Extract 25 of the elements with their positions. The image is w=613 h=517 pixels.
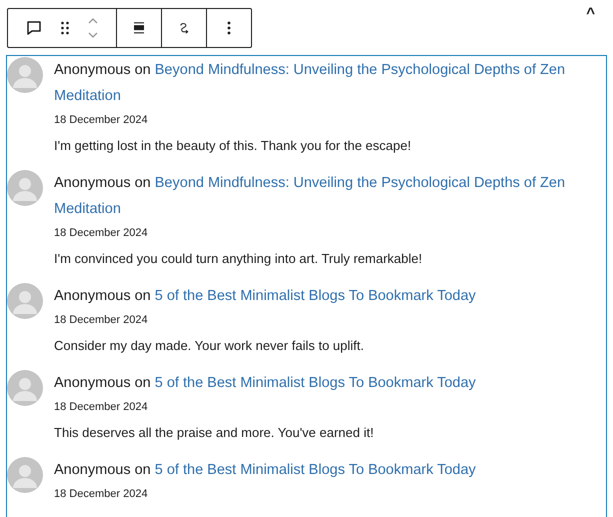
comment-date: 18 December 2024	[54, 113, 149, 128]
comment-text: I'm getting lost in the beauty of this. Thank you for the escape!	[54, 137, 412, 155]
comment-text: This deserves all the praise and more. You've earned it!	[54, 424, 375, 442]
align-icon[interactable]	[134, 20, 144, 36]
drag-handle-icon[interactable]	[60, 21, 70, 35]
comment-heading: Anonymous on Beyond Mindfulness: Unveiling the Psychological Depths of Zen Meditation	[54, 174, 566, 219]
comment-text: Consider my day made. Your work never fails to uplift.	[54, 337, 365, 355]
comment-heading: Anonymous on 5 of the Best Minimalist Blogs To Bookmark Today	[54, 374, 477, 393]
more-options-icon[interactable]	[227, 21, 231, 35]
comment-date: 18 December 2024	[54, 226, 149, 241]
avatar	[7, 370, 43, 406]
avatar	[7, 283, 43, 319]
comment-date: 18 December 2024	[54, 400, 149, 415]
comment-heading: Anonymous on 5 of the Best Minimalist Blogs To Bookmark Today	[54, 461, 477, 480]
avatar	[7, 57, 43, 93]
comment-icon[interactable]	[25, 19, 43, 37]
comment-date: 18 December 2024	[54, 487, 149, 502]
comment-date: 18 December 2024	[54, 313, 149, 328]
comment-text: I'm convinced you could turn anything into art. Truly remarkable!	[54, 250, 424, 268]
avatar	[7, 457, 43, 493]
comment-heading: Anonymous on Beyond Mindfulness: Unveiling the Psychological Depths of Zen Meditation	[54, 61, 566, 106]
comment-heading: Anonymous on 5 of the Best Minimalist Blogs To Bookmark Today	[54, 287, 477, 306]
collapse-button[interactable]: ^	[586, 6, 595, 21]
avatar	[7, 170, 43, 206]
move-arrows-icon[interactable]	[87, 17, 99, 39]
